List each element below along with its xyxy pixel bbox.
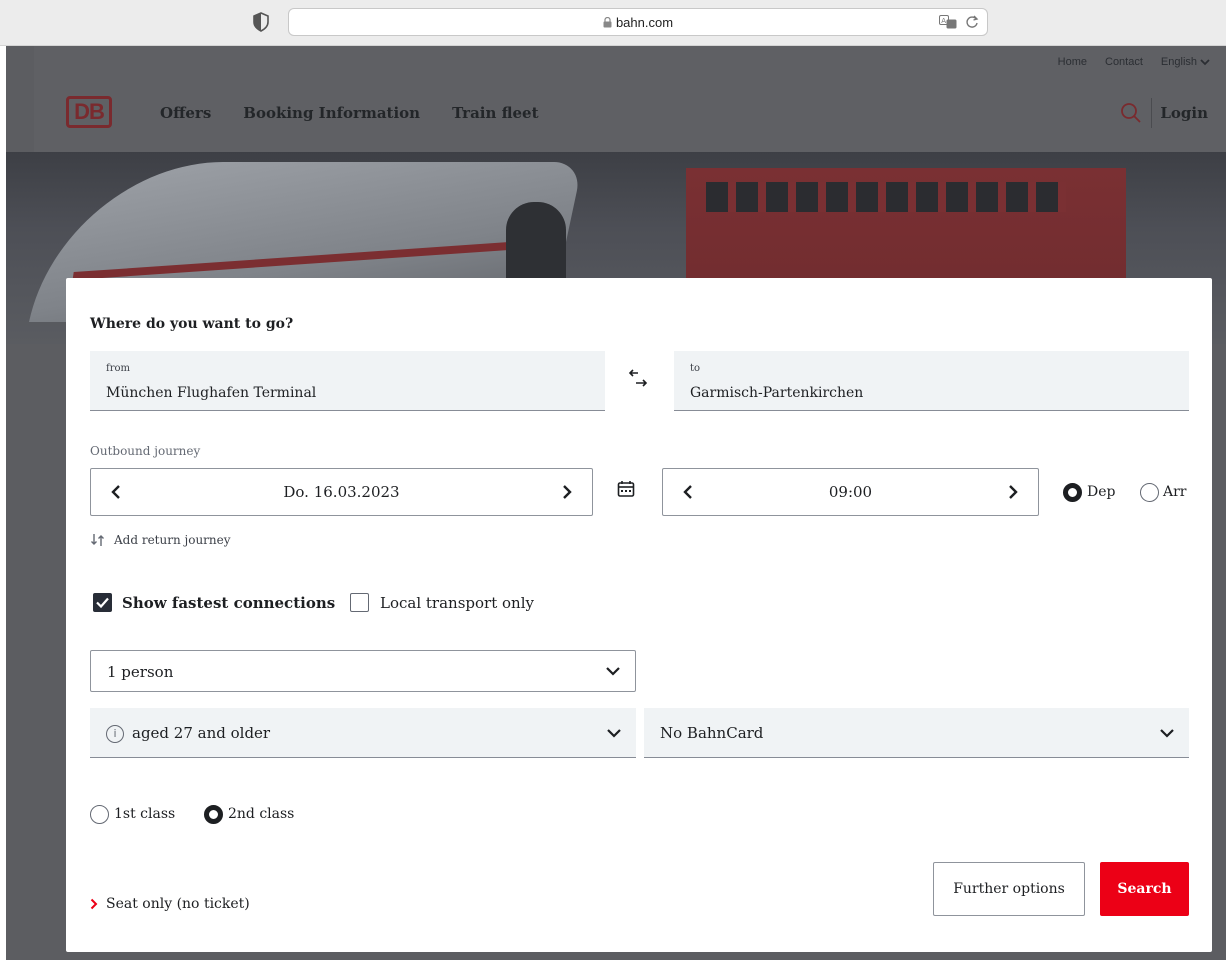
to-value: Garmisch-Partenkirchen: [690, 385, 864, 401]
utility-links: Home Contact English: [1058, 56, 1210, 68]
first-class-label: 1st class: [114, 806, 176, 822]
seat-only-link[interactable]: Seat only (no ticket): [90, 896, 250, 912]
bahncard-select[interactable]: No BahnCard: [644, 708, 1189, 758]
local-transport-label: Local transport only: [380, 594, 534, 612]
local-transport-checkbox[interactable]: [350, 593, 369, 612]
svg-text:A: A: [941, 17, 946, 25]
seat-only-label: Seat only (no ticket): [106, 896, 250, 912]
add-return-label: Add return journey: [114, 533, 231, 547]
chevron-down-icon: [1160, 729, 1174, 738]
chevron-down-icon: [607, 729, 621, 738]
outbound-label: Outbound journey: [90, 444, 201, 458]
checkmark-icon: [96, 597, 109, 609]
util-link-contact[interactable]: Contact: [1105, 56, 1143, 68]
main-nav: Offers Booking Information Train fleet: [160, 104, 539, 122]
to-field[interactable]: to Garmisch-Partenkirchen: [674, 351, 1189, 411]
time-value: 09:00: [828, 483, 873, 501]
chevron-right-icon[interactable]: [1006, 482, 1020, 502]
swap-direction-icon[interactable]: [626, 368, 652, 392]
nav-item-offers[interactable]: Offers: [160, 104, 211, 122]
bahncard-value: No BahnCard: [660, 724, 764, 742]
arr-label: Arr: [1163, 484, 1187, 500]
reload-icon[interactable]: [965, 14, 979, 30]
address-bar[interactable]: bahn.com A: [288, 8, 988, 36]
browser-toolbar: bahn.com A: [0, 0, 1226, 46]
calendar-icon[interactable]: [617, 480, 635, 498]
persons-value: 1 person: [107, 663, 174, 681]
arr-radio[interactable]: [1140, 483, 1159, 502]
nav-item-train-fleet[interactable]: Train fleet: [452, 104, 538, 122]
booking-title: Where do you want to go?: [90, 316, 294, 332]
to-label: to: [690, 363, 701, 374]
chevron-right-icon: [90, 898, 98, 910]
second-class-label: 2nd class: [228, 806, 295, 822]
return-arrows-icon: [91, 534, 104, 546]
first-class-radio[interactable]: [90, 805, 109, 824]
hero-train-windows: [706, 182, 1066, 212]
booking-card: Where do you want to go? from München Fl…: [66, 278, 1212, 952]
chevron-down-icon: [606, 667, 620, 676]
url-text: bahn.com: [289, 15, 987, 30]
info-icon[interactable]: i: [106, 725, 124, 743]
search-icon[interactable]: [1120, 102, 1142, 124]
search-button[interactable]: Search: [1100, 862, 1189, 916]
further-options-button[interactable]: Further options: [933, 862, 1085, 916]
date-selector[interactable]: Do. 16.03.2023: [90, 468, 593, 516]
dep-radio[interactable]: [1063, 483, 1082, 502]
second-class-radio[interactable]: [204, 805, 223, 824]
util-link-language[interactable]: English: [1161, 56, 1210, 68]
persons-select[interactable]: 1 person: [90, 650, 636, 692]
from-value: München Flughafen Terminal: [106, 385, 317, 401]
dep-label: Dep: [1087, 484, 1116, 500]
nav-item-booking-information[interactable]: Booking Information: [243, 104, 420, 122]
age-value: aged 27 and older: [132, 724, 271, 742]
language-label: English: [1160, 56, 1197, 68]
time-selector[interactable]: 09:00: [662, 468, 1039, 516]
lock-icon: [603, 17, 612, 28]
db-logo[interactable]: DB: [66, 96, 112, 128]
from-field[interactable]: from München Flughafen Terminal: [90, 351, 605, 411]
login-divider: [1151, 98, 1152, 128]
fastest-connections-label: Show fastest connections: [122, 594, 336, 612]
shield-icon[interactable]: [252, 12, 270, 32]
fastest-connections-checkbox[interactable]: [93, 593, 112, 612]
from-label: from: [106, 363, 130, 374]
add-return-journey-link[interactable]: Add return journey: [90, 532, 231, 548]
site-header: Home Contact English DB Offers Booking I…: [34, 46, 1226, 152]
age-select[interactable]: i aged 27 and older: [90, 708, 636, 758]
chevron-down-icon: [1200, 58, 1210, 65]
login-link[interactable]: Login: [1160, 104, 1208, 122]
util-link-home[interactable]: Home: [1058, 56, 1087, 68]
url-label: bahn.com: [615, 15, 674, 30]
date-value: Do. 16.03.2023: [283, 483, 400, 501]
translate-icon[interactable]: A: [939, 15, 957, 29]
chevron-right-icon[interactable]: [560, 482, 574, 502]
